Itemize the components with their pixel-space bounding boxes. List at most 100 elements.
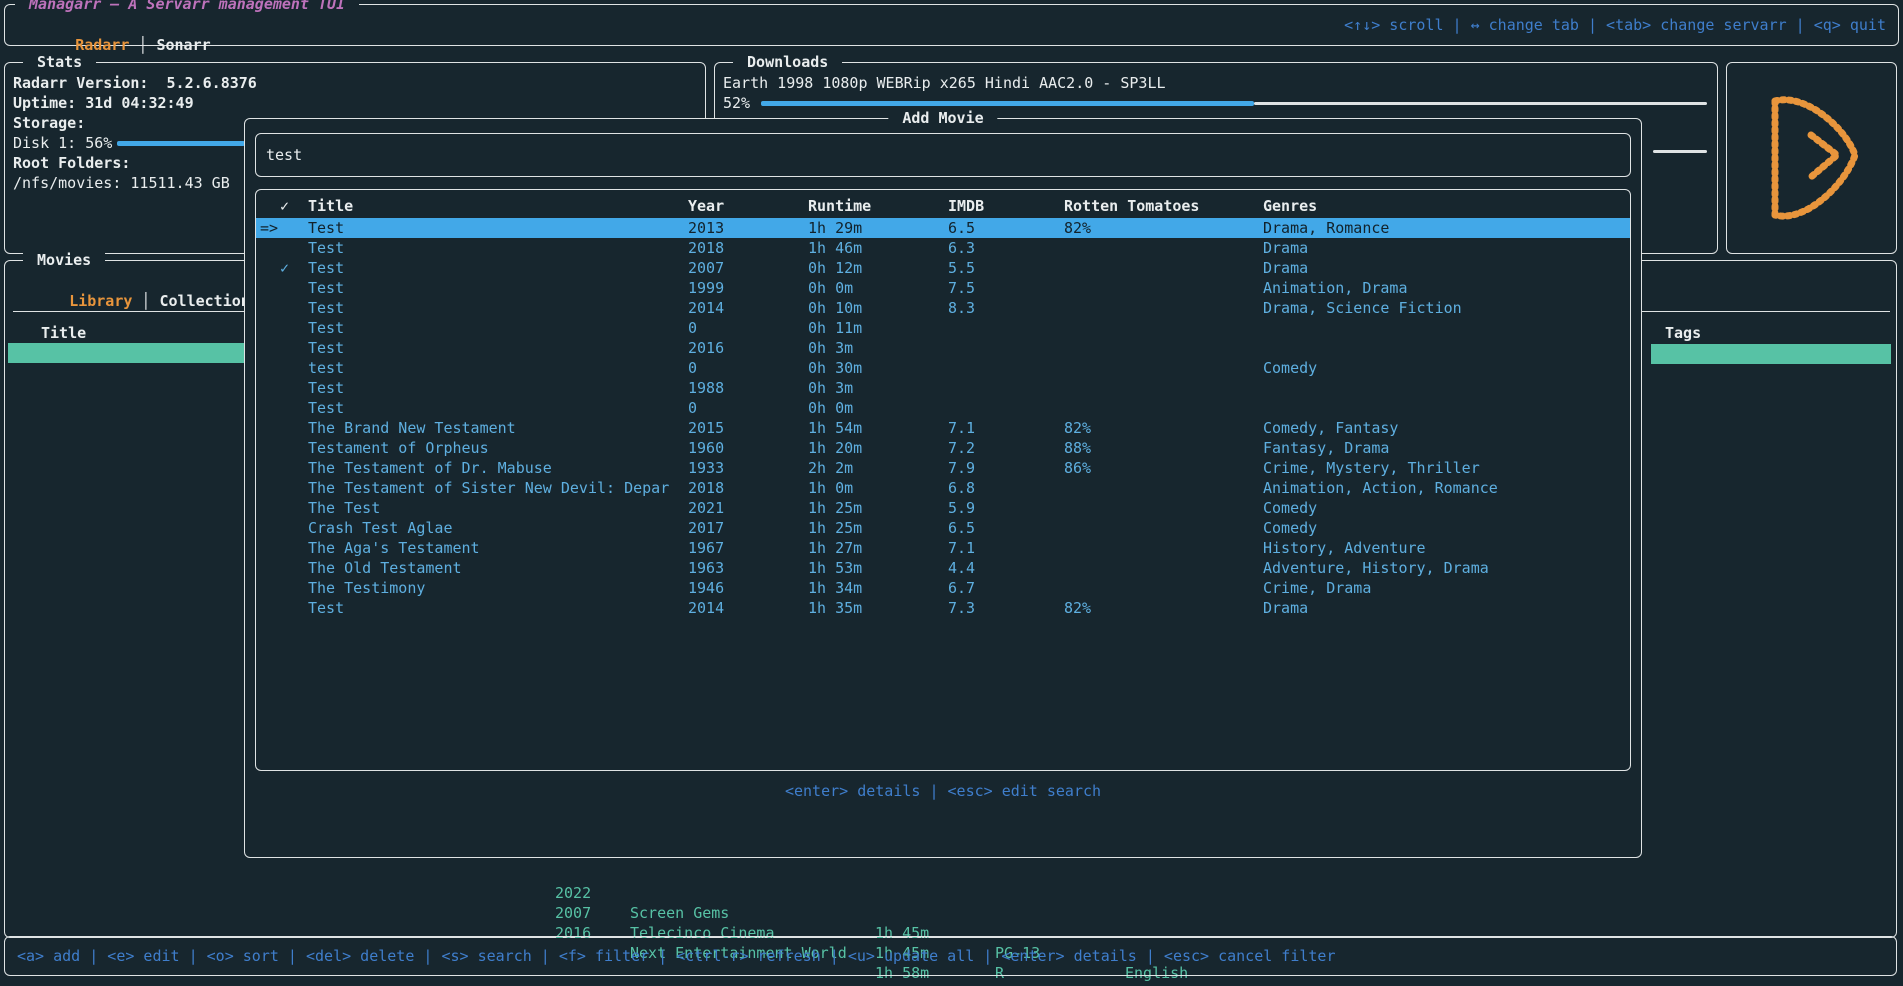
movie-list-item[interactable]: The Conjuring (8, 363, 244, 383)
movie-list-item[interactable]: Lights Out (8, 803, 244, 823)
top-bar-panel: Managarr – A Servarr management TUI Rada… (4, 4, 1899, 46)
movie-list-item[interactable]: The Thing (8, 463, 244, 483)
result-year: 1960 (688, 438, 724, 458)
search-result-row[interactable]: Test 0 0h 0m (256, 398, 1630, 418)
result-year: 2021 (688, 498, 724, 518)
movie-list-item[interactable]: Alien (8, 483, 244, 503)
header-runtime[interactable]: Runtime (808, 196, 871, 216)
result-imdb: 5.5 (948, 258, 975, 278)
result-year: 1933 (688, 458, 724, 478)
result-genres: Drama, Science Fiction (1263, 298, 1462, 318)
movie-list-item[interactable]: Gone with the Wind (8, 543, 244, 563)
result-title: Test (308, 238, 344, 258)
result-genres: Crime, Mystery, Thriller (1263, 458, 1480, 478)
movie-table-row[interactable]: 2007 Telecinco Cinema 1h 45m R Spanish 0… (0, 883, 1903, 903)
result-genres: Drama (1263, 238, 1308, 258)
tab-divider: │ (129, 36, 156, 54)
movie-list-item[interactable]: The Conjuring: The De (8, 403, 244, 423)
movie-list-item[interactable]: Nope (8, 523, 244, 543)
result-imdb: 6.3 (948, 238, 975, 258)
result-genres: Crime, Drama (1263, 578, 1371, 598)
header-rotten-tomatoes[interactable]: Rotten Tomatoes (1064, 196, 1199, 216)
movie-list-item[interactable]: A Quiet Place Part II (8, 583, 244, 603)
search-result-row[interactable]: Test 2014 1h 35m 7.3 82% Drama (256, 598, 1630, 618)
movie-list-item[interactable]: Firestarter (8, 763, 244, 783)
movie-list-item[interactable]: Inception (8, 423, 244, 443)
search-result-row[interactable]: Test 2018 1h 46m 6.3 Drama (256, 238, 1630, 258)
movie-list-item[interactable]: Sinister (8, 623, 244, 643)
result-title: The Test (308, 498, 380, 518)
result-imdb: 4.4 (948, 558, 975, 578)
movie-table-row[interactable]: 2016 Next Entertainment World 1h 58m NR … (0, 903, 1903, 923)
search-result-row[interactable]: ✓ Test 2007 0h 12m 5.5 Drama (256, 258, 1630, 278)
movie-list-item[interactable]: Misery (8, 783, 244, 803)
result-runtime: 1h 20m (808, 438, 862, 458)
stat-root-folders-value: /nfs/movies: 11511.43 GB (13, 173, 257, 193)
selection-marker: => (260, 218, 278, 238)
result-title: test (308, 358, 344, 378)
movies-table-bottom-rows: 2022 Screen Gems 1h 45m PG-13 English 1.… (0, 863, 1903, 923)
movie-list-item[interactable]: Slender Man (8, 683, 244, 703)
result-year: 2013 (688, 218, 724, 238)
movie-list-item[interactable]: Life (8, 503, 244, 523)
search-results-table: ✓ Title Year Runtime IMDB Rotten Tomatoe… (255, 189, 1631, 771)
movie-list-item[interactable]: A Quiet Place (8, 563, 244, 583)
movie-list-item[interactable]: 1408 (8, 823, 244, 843)
result-runtime: 0h 12m (808, 258, 862, 278)
result-genres: Comedy (1263, 358, 1317, 378)
header-imdb[interactable]: IMDB (948, 196, 984, 216)
search-result-row[interactable]: test 0 0h 30m Comedy (256, 358, 1630, 378)
movie-list-item[interactable]: => Dune (8, 343, 244, 363)
result-imdb: 7.9 (948, 458, 975, 478)
movie-list-item[interactable]: Ma (8, 703, 244, 723)
movies-tab-library[interactable]: Library (69, 292, 132, 310)
result-genres: Comedy (1263, 498, 1317, 518)
result-year: 1999 (688, 278, 724, 298)
result-runtime: 0h 30m (808, 358, 862, 378)
search-result-row[interactable]: Testament of Orpheus 1960 1h 20m 7.2 88%… (256, 438, 1630, 458)
download-progress-filled (761, 101, 1254, 106)
result-year: 0 (688, 398, 697, 418)
selected-row-tags-highlight[interactable] (1651, 344, 1891, 364)
search-result-row[interactable]: The Testament of Dr. Mabuse 1933 2h 2m 7… (256, 458, 1630, 478)
search-result-row[interactable]: The Testament of Sister New Devil: Depar… (256, 478, 1630, 498)
search-result-row[interactable]: The Aga's Testament 1967 1h 27m 7.1 Hist… (256, 538, 1630, 558)
column-header-title[interactable]: Title (41, 323, 86, 343)
result-runtime: 1h 25m (808, 498, 862, 518)
result-runtime: 1h 53m (808, 558, 862, 578)
column-header-tags[interactable]: Tags (1665, 323, 1701, 343)
search-result-row[interactable]: Test 2016 0h 3m (256, 338, 1630, 358)
search-result-row[interactable]: Test 0 0h 11m (256, 318, 1630, 338)
tab-sonarr[interactable]: Sonarr (156, 36, 210, 54)
result-year: 2014 (688, 298, 724, 318)
movie-search-input[interactable]: test (255, 133, 1631, 177)
search-result-row[interactable]: Crash Test Aglae 2017 1h 25m 6.5 Comedy (256, 518, 1630, 538)
movie-list-item[interactable]: The Martian (8, 443, 244, 463)
result-title: Test (308, 298, 344, 318)
search-result-row[interactable]: The Old Testament 1963 1h 53m 4.4 Advent… (256, 558, 1630, 578)
header-year[interactable]: Year (688, 196, 724, 216)
movie-table-row[interactable]: 2022 Screen Gems 1h 45m PG-13 English 1.… (0, 863, 1903, 883)
result-runtime: 0h 3m (808, 378, 853, 398)
header-genres[interactable]: Genres (1263, 196, 1317, 216)
movie-list-item[interactable]: The Conjuring 2 (8, 383, 244, 403)
movie-list-item[interactable]: Incantation (8, 743, 244, 763)
movie-list-item[interactable]: The Witch (8, 603, 244, 623)
movie-list-item[interactable]: Us (8, 663, 244, 683)
movie-list-item[interactable]: The Girl with All the (8, 843, 244, 863)
header-title[interactable]: Title (308, 196, 353, 216)
search-result-row[interactable]: Test 1988 0h 3m (256, 378, 1630, 398)
result-imdb: 6.8 (948, 478, 975, 498)
movie-list-item[interactable]: Sinister 2 (8, 643, 244, 663)
search-result-row[interactable]: Test 2014 0h 10m 8.3 Drama, Science Fict… (256, 298, 1630, 318)
search-result-row[interactable]: => Test 2013 1h 29m 6.5 82% Drama, Roman… (256, 218, 1630, 238)
search-result-row[interactable]: The Testimony 1946 1h 34m 6.7 Crime, Dra… (256, 578, 1630, 598)
result-title: The Testament of Dr. Mabuse (308, 458, 552, 478)
search-result-row[interactable]: The Test 2021 1h 25m 5.9 Comedy (256, 498, 1630, 518)
search-result-row[interactable]: The Brand New Testament 2015 1h 54m 7.1 … (256, 418, 1630, 438)
download-progress-remainder (1254, 102, 1707, 105)
result-title: Test (308, 278, 344, 298)
search-result-row[interactable]: Test 1999 0h 0m 7.5 Animation, Drama (256, 278, 1630, 298)
app-title: Managarr – A Servarr management TUI (15, 0, 359, 14)
movie-list-item[interactable]: mother! (8, 723, 244, 743)
